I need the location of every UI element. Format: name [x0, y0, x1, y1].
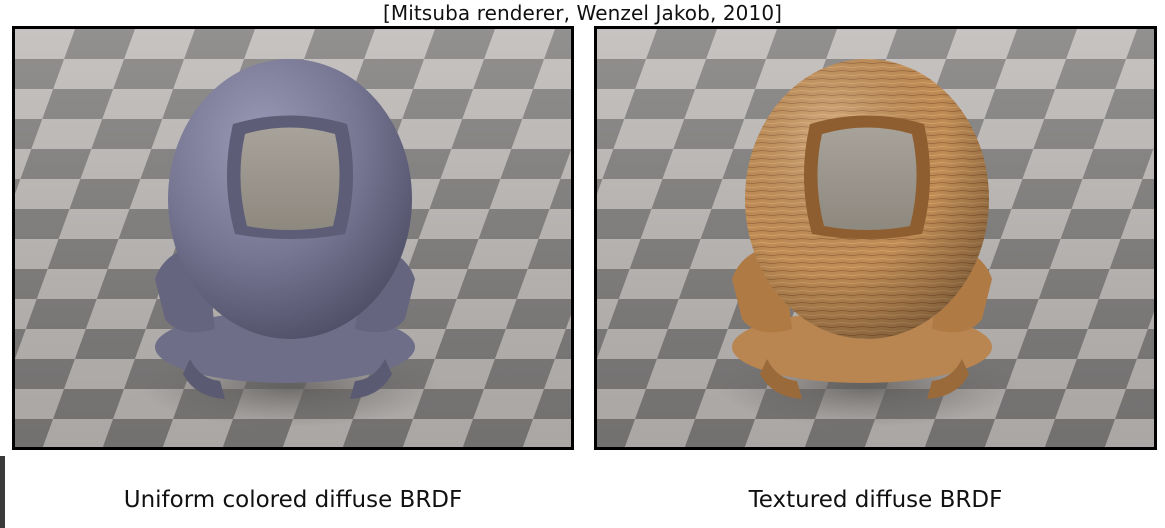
uniform-caption: Uniform colored diffuse BRDF [123, 487, 463, 513]
textured-diffuse-render [594, 26, 1157, 450]
citation-text: [Mitsuba renderer, Wenzel Jakob, 2010] [382, 1, 783, 25]
slide: [Mitsuba renderer, Wenzel Jakob, 2010] U… [0, 0, 1165, 528]
uniform-diffuse-render [12, 26, 574, 450]
uniform-render-svg [15, 29, 571, 447]
textured-caption: Textured diffuse BRDF [748, 487, 1003, 513]
textured-render-svg [597, 29, 1154, 447]
window-edge-strip [0, 456, 5, 528]
